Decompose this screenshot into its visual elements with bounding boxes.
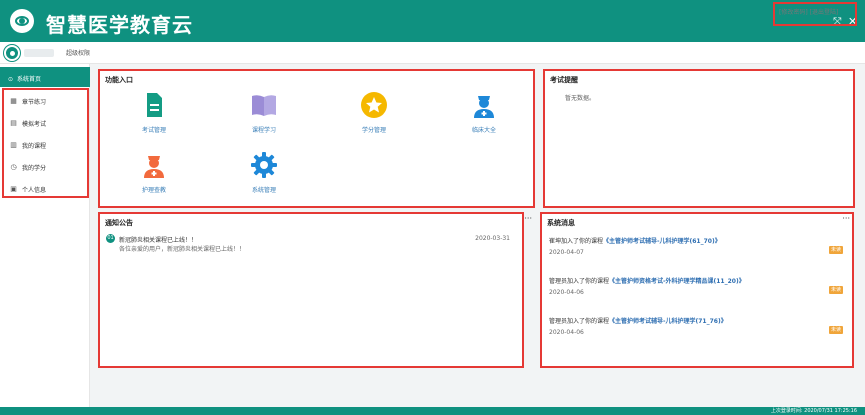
nurse-icon <box>474 96 494 118</box>
sidebar-item-my-credits[interactable]: ◷ 我的学分 <box>4 156 87 178</box>
exam-reminder-panel: 考试提醒 暂无数据。 <box>543 69 855 208</box>
message-more-button[interactable]: ··· <box>842 214 850 223</box>
list-item[interactable]: 管理员加入了你的课程《主管护师资格考试-外科护理学精品课(11_20)》 202… <box>549 276 849 296</box>
app-title: 智慧医学教育云 <box>46 13 193 37</box>
logo-icon <box>10 9 34 33</box>
footer-bar: 上次登录时间: 2020/07/31 17:25:16 <box>0 407 865 415</box>
notice-title[interactable]: 新冠肺炎相关课程已上线！！ <box>119 235 197 244</box>
notice-index-badge: 01 <box>106 234 115 243</box>
books-icon: ▥ <box>10 141 17 149</box>
document-icon: ▤ <box>10 119 17 127</box>
func-system-management[interactable]: 系统管理 <box>234 151 294 194</box>
notice-body: 各位亲爱的用户，新冠肺炎相关课程已上线！！ <box>119 246 246 253</box>
unread-badge: 未读 <box>829 326 843 334</box>
last-login-time: 上次登录时间: 2020/07/31 17:25:16 <box>770 408 857 414</box>
user-bar: 超级权限 <box>0 42 865 64</box>
exam-empty-text: 暂无数据。 <box>565 95 596 102</box>
notice-date: 2020-03-31 <box>475 235 510 242</box>
func-exam-management[interactable]: 考试管理 <box>124 91 184 134</box>
notice-panel: 通知公告 ··· 01 新冠肺炎相关课程已上线！！ 各位亲爱的用户，新冠肺炎相关… <box>98 212 532 368</box>
unread-badge: 未读 <box>829 286 843 294</box>
sidebar-item-profile[interactable]: ▣ 个人信息 <box>4 178 87 200</box>
username-blurred <box>24 49 54 57</box>
sidebar: ⊙ 系统首页 ▦ 章节练习 ▤ 模拟考试 ▥ 我的课程 ◷ 我的学分 ▣ 个人信息 <box>0 64 90 407</box>
clock-icon: ◷ <box>10 163 17 171</box>
function-panel-title: 功能入口 <box>105 76 133 84</box>
sidebar-item-home[interactable]: ⊙ 系统首页 <box>0 67 90 87</box>
home-icon: ⊙ <box>8 76 14 83</box>
sidebar-menu: ▦ 章节练习 ▤ 模拟考试 ▥ 我的课程 ◷ 我的学分 ▣ 个人信息 <box>2 88 89 198</box>
book-icon <box>252 95 276 116</box>
func-course-study[interactable]: 课程学习 <box>234 91 294 134</box>
avatar[interactable] <box>4 45 20 61</box>
notice-more-button[interactable]: ··· <box>524 214 532 223</box>
star-icon <box>361 92 387 118</box>
sidebar-item-my-courses[interactable]: ▥ 我的课程 <box>4 134 87 156</box>
function-panel: 功能入口 考试管理 课程学习 学分管理 临床大全 护理查教 系统管理 <box>98 69 535 208</box>
list-item[interactable]: 崔坤加入了你的课程《主管护师考试辅导-儿科护理学(61_70)》 2020-04… <box>549 236 849 256</box>
sidebar-item-chapter-practice[interactable]: ▦ 章节练习 <box>4 90 87 112</box>
func-credit-management[interactable]: 学分管理 <box>344 91 404 134</box>
exam-panel-title: 考试提醒 <box>550 76 578 84</box>
message-panel-title: 系统消息 <box>547 219 575 227</box>
top-header: 智慧医学教育云 ⤧ ✕ <box>0 0 865 42</box>
sidebar-item-mock-exam[interactable]: ▤ 模拟考试 <box>4 112 87 134</box>
account-links: [修改密码] [退出登陆] <box>773 2 857 26</box>
func-clinical-encyclopedia[interactable]: 临床大全 <box>454 91 514 134</box>
change-password-link[interactable]: [修改密码] <box>779 9 808 16</box>
user-role: 超级权限 <box>66 50 91 57</box>
gear-icon <box>251 152 277 178</box>
func-nursing-rounds[interactable]: 护理查教 <box>124 151 184 194</box>
calendar-icon: ▦ <box>10 97 17 105</box>
notice-panel-title: 通知公告 <box>105 219 133 227</box>
logout-link[interactable]: [退出登陆] <box>810 9 839 16</box>
id-card-icon: ▣ <box>10 185 17 193</box>
list-item[interactable]: 管理员加入了你的课程《主管护师考试辅导-儿科护理学(71_76)》 2020-0… <box>549 316 849 336</box>
nurse-icon <box>144 156 164 178</box>
unread-badge: 未读 <box>829 246 843 254</box>
system-message-panel: 系统消息 ··· 崔坤加入了你的课程《主管护师考试辅导-儿科护理学(61_70)… <box>540 212 854 368</box>
exam-doc-icon <box>147 93 162 117</box>
